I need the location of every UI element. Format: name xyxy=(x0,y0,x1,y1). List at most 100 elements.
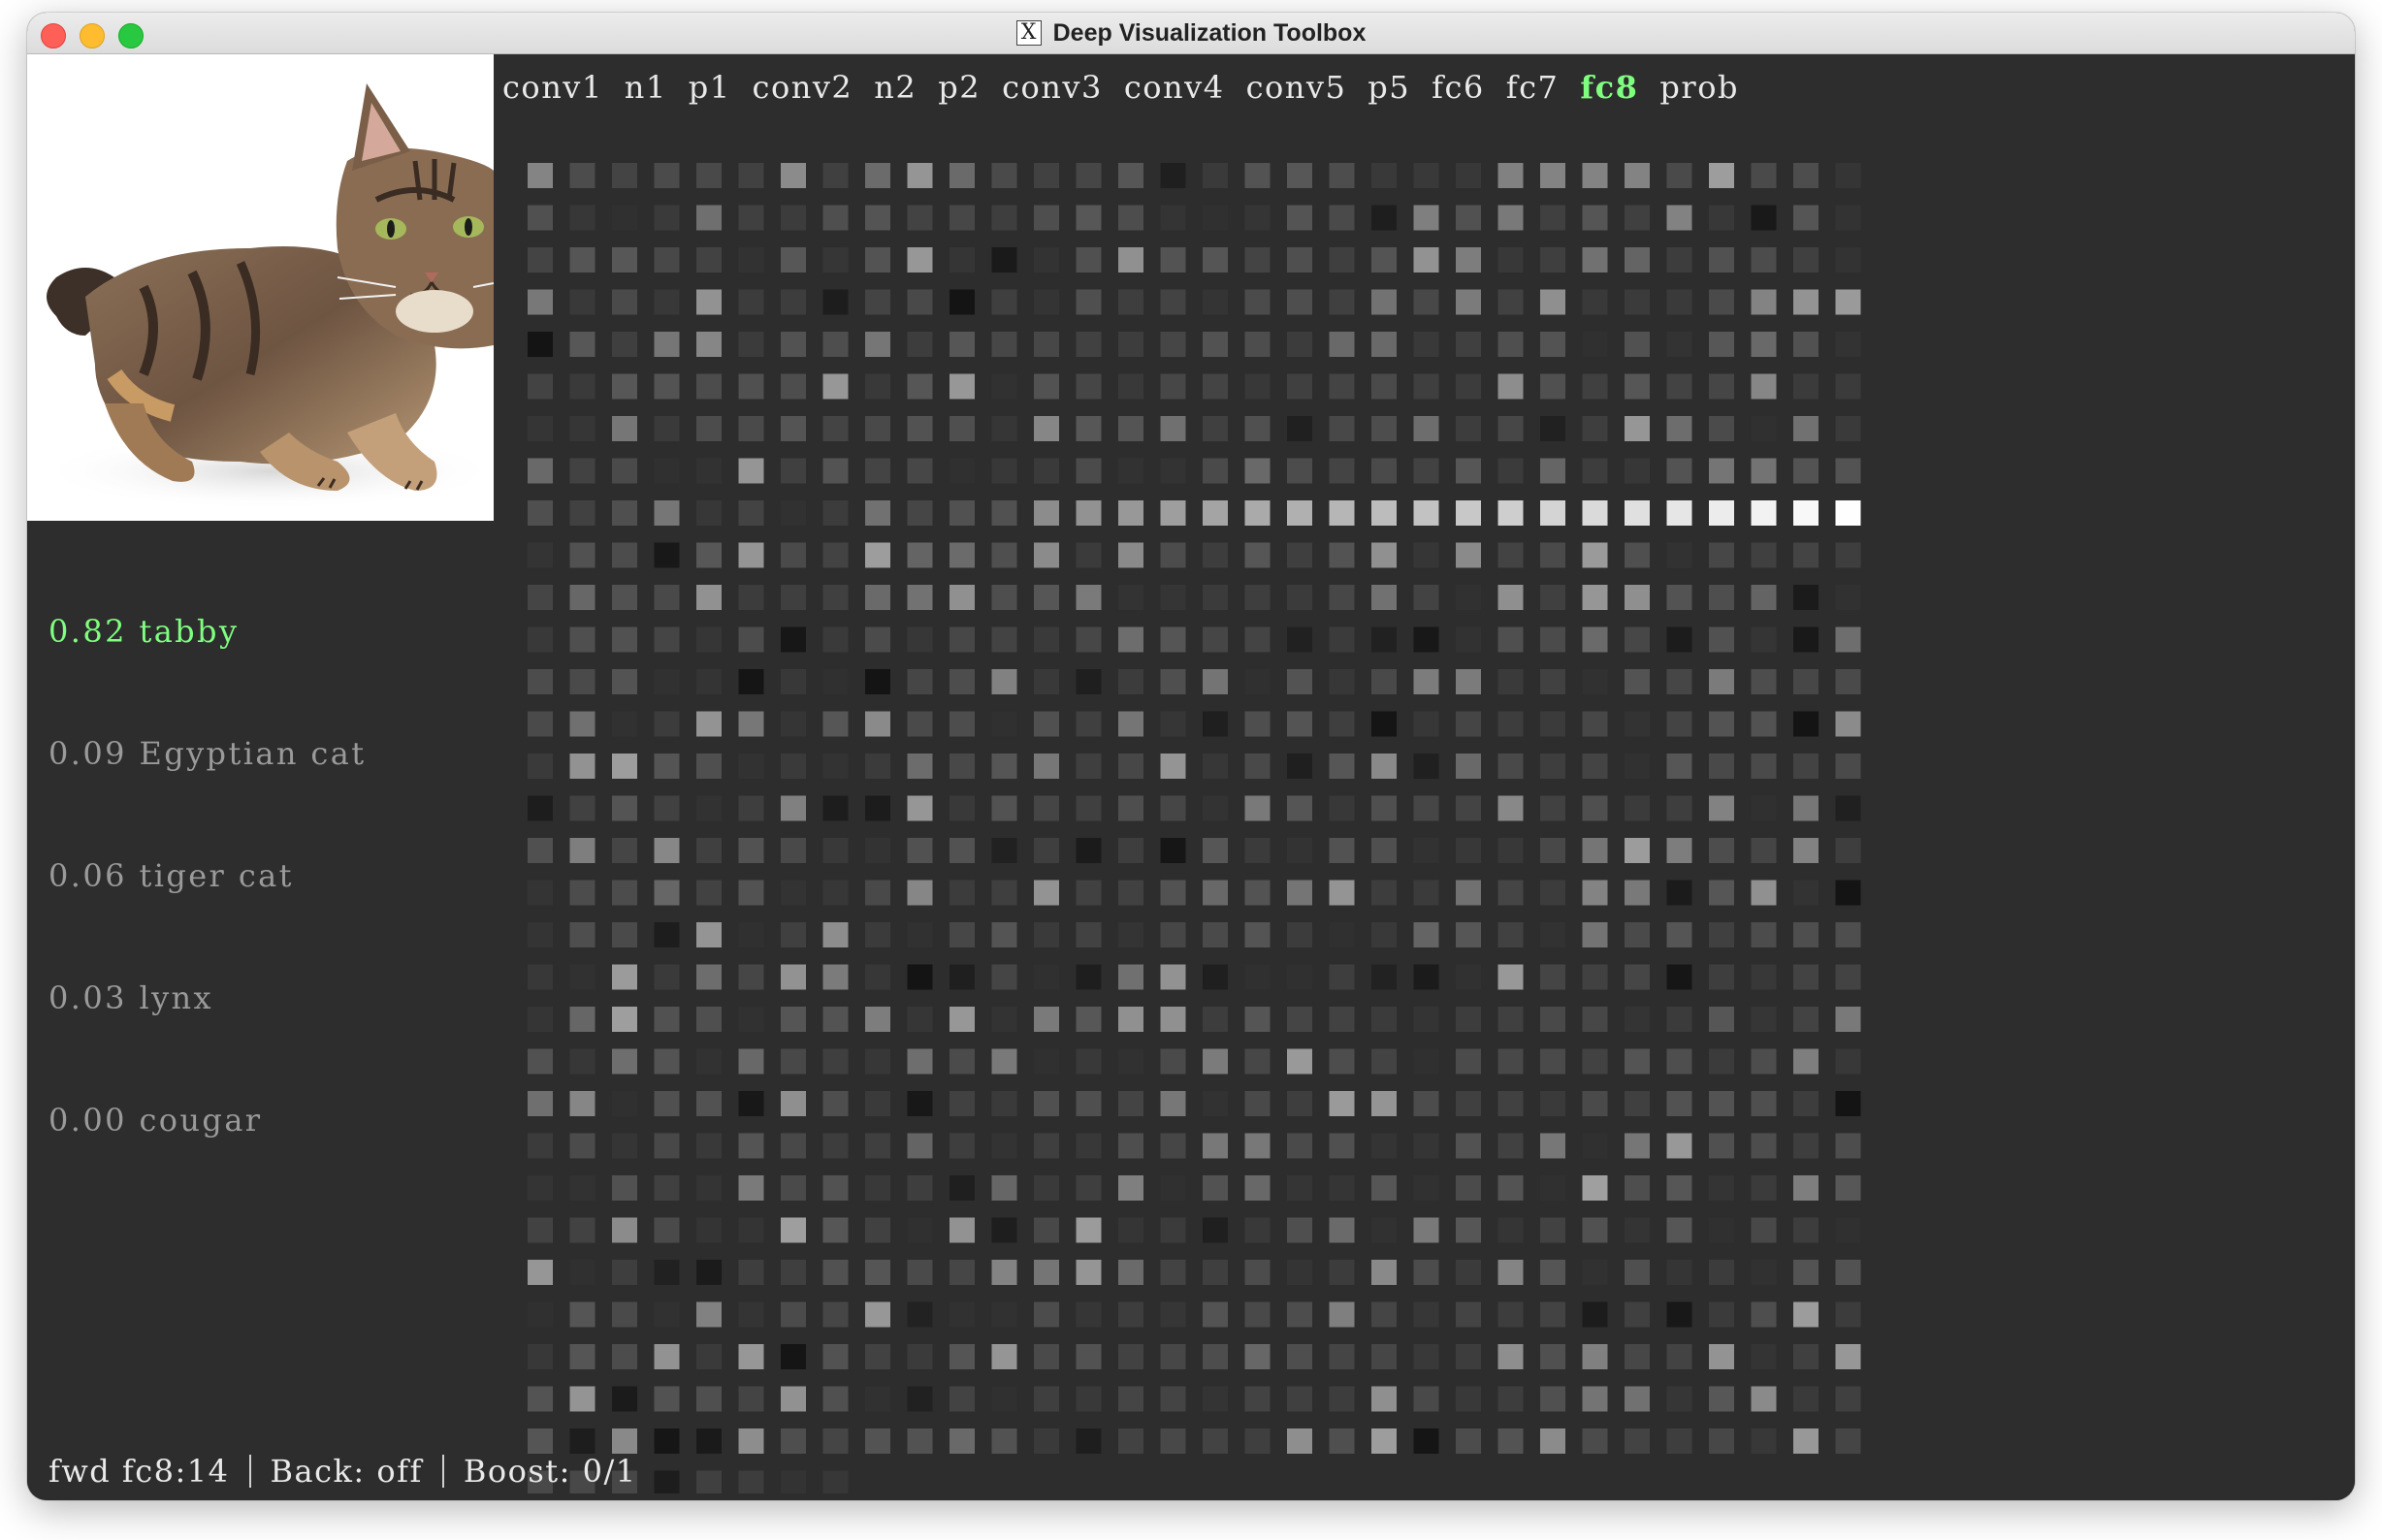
unit-cell[interactable] xyxy=(569,626,596,653)
unit-cell[interactable] xyxy=(1456,500,1481,526)
unit-cell[interactable] xyxy=(1793,1344,1819,1369)
unit-cell[interactable] xyxy=(612,205,637,231)
unit-cell[interactable] xyxy=(1244,880,1271,906)
unit-cell[interactable] xyxy=(1540,754,1565,779)
unit-cell[interactable] xyxy=(1751,1048,1777,1075)
layer-fc7[interactable]: fc7 xyxy=(1506,69,1560,106)
unit-cell[interactable] xyxy=(1160,289,1186,315)
unit-cell[interactable] xyxy=(991,795,1017,821)
unit-cell[interactable] xyxy=(738,1428,764,1454)
unit-cell[interactable] xyxy=(1329,500,1355,526)
unit-cell[interactable] xyxy=(1034,626,1059,653)
unit-cell[interactable] xyxy=(991,964,1017,990)
unit-cell[interactable] xyxy=(1666,838,1692,863)
unit-cell[interactable] xyxy=(1582,289,1608,315)
unit-cell[interactable] xyxy=(1625,332,1650,357)
unit-cell[interactable] xyxy=(1203,289,1228,315)
unit-cell[interactable] xyxy=(1540,1217,1565,1243)
unit-cell[interactable] xyxy=(950,754,975,779)
unit-cell[interactable] xyxy=(1076,458,1102,484)
unit-cell[interactable] xyxy=(1371,1007,1397,1032)
unit-cell[interactable] xyxy=(1034,669,1059,694)
unit-cell[interactable] xyxy=(1287,416,1312,441)
unit-cell[interactable] xyxy=(1287,669,1312,694)
unit-cell[interactable] xyxy=(738,880,764,906)
unit-cell[interactable] xyxy=(950,1175,975,1201)
unit-cell[interactable] xyxy=(1625,373,1650,400)
unit-cell[interactable] xyxy=(950,838,975,863)
unit-cell[interactable] xyxy=(781,1301,806,1328)
unit-cell[interactable] xyxy=(1497,795,1524,821)
unit-cell[interactable] xyxy=(612,247,637,273)
unit-cell[interactable] xyxy=(1582,1386,1608,1412)
unit-cell[interactable] xyxy=(1456,754,1481,779)
unit-cell[interactable] xyxy=(738,1301,764,1328)
unit-cell[interactable] xyxy=(1329,1217,1355,1243)
unit-cell[interactable] xyxy=(1244,922,1271,947)
layer-n2[interactable]: n2 xyxy=(874,69,917,106)
unit-cell[interactable] xyxy=(1034,1344,1059,1369)
unit-cell[interactable] xyxy=(1287,332,1312,357)
unit-cell[interactable] xyxy=(1287,205,1312,231)
unit-cell[interactable] xyxy=(1835,163,1861,188)
unit-cell[interactable] xyxy=(1118,838,1143,863)
unit-cell[interactable] xyxy=(1666,1386,1692,1412)
unit-cell[interactable] xyxy=(612,1133,637,1159)
unit-cell[interactable] xyxy=(1793,1007,1819,1032)
unit-cell[interactable] xyxy=(1329,247,1355,273)
unit-cell[interactable] xyxy=(950,1301,975,1328)
unit-cell[interactable] xyxy=(1203,205,1228,231)
unit-cell[interactable] xyxy=(1751,1217,1777,1243)
unit-cell[interactable] xyxy=(1666,1048,1692,1075)
layer-prob[interactable]: prob xyxy=(1659,69,1739,106)
unit-cell[interactable] xyxy=(907,585,933,610)
unit-cell[interactable] xyxy=(865,458,890,484)
unit-cell[interactable] xyxy=(1160,247,1186,273)
unit-cell[interactable] xyxy=(1287,1301,1312,1328)
unit-cell[interactable] xyxy=(1751,880,1777,906)
unit-cell[interactable] xyxy=(1329,585,1355,610)
unit-cell[interactable] xyxy=(1287,795,1312,821)
unit-cell[interactable] xyxy=(991,1091,1017,1116)
unit-cell[interactable] xyxy=(1793,205,1819,231)
unit-cell[interactable] xyxy=(1203,669,1228,694)
unit-cell[interactable] xyxy=(696,416,722,441)
unit-cell[interactable] xyxy=(654,373,680,400)
unit-cell[interactable] xyxy=(1118,669,1143,694)
unit-cell[interactable] xyxy=(1625,247,1650,273)
unit-cell[interactable] xyxy=(1329,1344,1355,1369)
unit-cell[interactable] xyxy=(907,1091,933,1116)
unit-cell[interactable] xyxy=(738,247,764,273)
unit-cell[interactable] xyxy=(1582,1048,1608,1075)
unit-cell[interactable] xyxy=(1793,289,1819,315)
unit-cell[interactable] xyxy=(1625,1048,1650,1075)
unit-cell[interactable] xyxy=(1709,163,1734,188)
unit-cell[interactable] xyxy=(1160,1133,1186,1159)
unit-cell[interactable] xyxy=(1835,838,1861,863)
unit-cell[interactable] xyxy=(696,1091,722,1116)
unit-cell[interactable] xyxy=(1034,1007,1059,1032)
unit-cell[interactable] xyxy=(1582,500,1608,526)
unit-cell[interactable] xyxy=(1456,332,1481,357)
unit-cell[interactable] xyxy=(1751,754,1777,779)
unit-cell[interactable] xyxy=(696,795,722,821)
unit-cell[interactable] xyxy=(1835,373,1861,400)
unit-cell[interactable] xyxy=(1666,964,1692,990)
unit-cell[interactable] xyxy=(528,754,553,779)
unit-cell[interactable] xyxy=(1666,373,1692,400)
unit-cell[interactable] xyxy=(1160,626,1186,653)
unit-cell[interactable] xyxy=(1456,1260,1481,1285)
unit-cell[interactable] xyxy=(1709,711,1734,737)
unit-cell[interactable] xyxy=(1034,163,1059,188)
unit-cell[interactable] xyxy=(1751,1344,1777,1369)
unit-cell[interactable] xyxy=(1329,163,1355,188)
unit-cell[interactable] xyxy=(1160,1428,1186,1454)
unit-cell[interactable] xyxy=(1709,1217,1734,1243)
unit-cell[interactable] xyxy=(1709,1007,1734,1032)
unit-cell[interactable] xyxy=(1076,795,1102,821)
unit-cell[interactable] xyxy=(1456,205,1481,231)
unit-cell[interactable] xyxy=(1497,500,1524,526)
unit-cell[interactable] xyxy=(1456,669,1481,694)
unit-cell[interactable] xyxy=(1540,247,1565,273)
unit-cell[interactable] xyxy=(1835,289,1861,315)
